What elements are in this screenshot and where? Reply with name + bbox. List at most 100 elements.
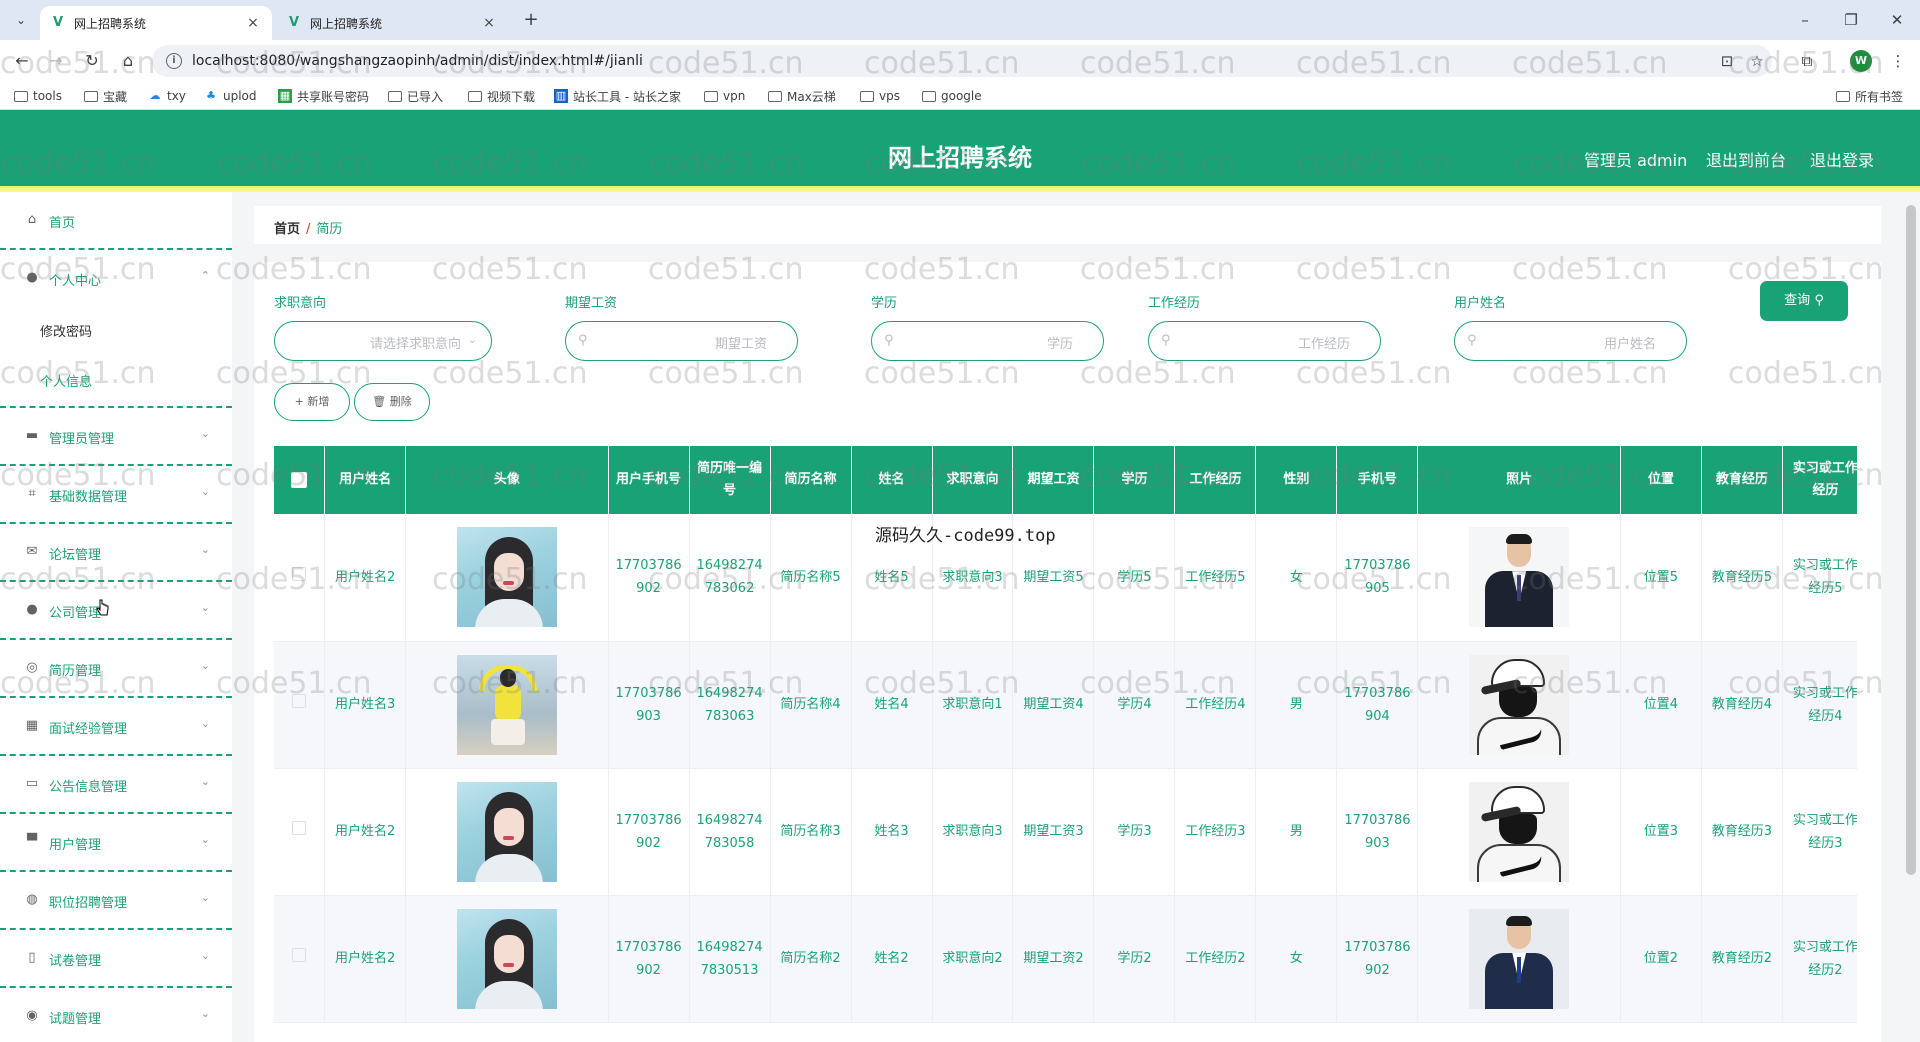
salary-input[interactable]: ⚲ 期望工资 (565, 321, 798, 361)
cell-avatar (405, 768, 609, 896)
sidebar-item-jobs[interactable]: ◍ 职位招聘管理 ⌄ (0, 872, 232, 930)
bookmark-baozang[interactable]: 宝藏 (84, 87, 127, 105)
bookmark-max[interactable]: Max云梯 (768, 87, 836, 105)
chevron-down-icon: ⌄ (467, 333, 477, 346)
extensions-icon[interactable]: ⧉ (1795, 49, 1819, 73)
bookmark-vps[interactable]: vps (860, 87, 900, 105)
bookmark-google[interactable]: google (922, 87, 982, 105)
profile-avatar[interactable]: W (1850, 50, 1872, 72)
cell-intention: 求职意向3 (932, 768, 1014, 896)
cell-user-name: 用户姓名3 (324, 641, 407, 769)
sidebar-item-forum[interactable]: ✉ 论坛管理 ⌄ (0, 524, 232, 582)
query-button[interactable]: 查询 ⚲ (1760, 281, 1848, 321)
chevron-up-icon: ⌃ (200, 269, 210, 282)
intention-select[interactable]: 请选择求职意向 ⌄ (274, 321, 492, 361)
restore-icon[interactable]: ❐ (1828, 6, 1874, 34)
education-input[interactable]: ⚲ 学历 (871, 321, 1104, 361)
cell-salary: 期望工资2 (1012, 895, 1095, 1023)
reload-icon[interactable]: ↻ (80, 49, 104, 73)
bookmark-txy[interactable]: ☁ txy (148, 87, 186, 105)
cell-intention: 求职意向1 (932, 641, 1014, 769)
cell-resume-name: 简历名称2 (770, 895, 852, 1023)
cell-intern: 实习或工作经历4 (1782, 641, 1857, 769)
sidebar-item-personal-center[interactable]: ● 个人中心 ⌃ (0, 250, 232, 308)
browser-toolbar: ← → ↻ ⌂ i localhost:8080/wangshangzaopin… (0, 40, 1920, 82)
briefcase-icon: ▬ (25, 428, 39, 443)
cell-salary: 期望工资4 (1012, 641, 1095, 769)
sidebar-item-papers[interactable]: ▯ 试卷管理 ⌄ (0, 930, 232, 988)
delete-button[interactable]: 🗑 删除 (354, 383, 430, 421)
cell-user-phone: 17703786902 (608, 514, 690, 642)
select-all-checkbox[interactable] (274, 446, 326, 514)
cell-resume-no: 164982747830513 (689, 895, 771, 1023)
browser-tab[interactable]: V 网上招聘系统 × (276, 6, 508, 40)
col-header: 学历 (1093, 446, 1176, 514)
new-tab-icon[interactable]: + (520, 9, 542, 31)
cell-photo (1417, 641, 1621, 769)
sidebar-item-questions[interactable]: ◉ 试题管理 ⌄ (0, 988, 232, 1042)
sidebar-sub-personal-info[interactable]: 个人信息 (0, 356, 232, 408)
sidebar-item-notice[interactable]: ▭ 公告信息管理 ⌄ (0, 756, 232, 814)
breadcrumb-home[interactable]: 首页 (274, 222, 300, 237)
cell-edu-exp: 教育经历5 (1701, 514, 1783, 642)
logout-link[interactable]: 退出登录 (1810, 147, 1874, 171)
sidebar-item-resume[interactable]: ◎ 简历管理 ⌄ (0, 640, 232, 698)
browser-tab-active[interactable]: V 网上招聘系统 × (40, 6, 272, 40)
username-input[interactable]: ⚲ 用户姓名 (1454, 321, 1687, 361)
add-button[interactable]: + 新增 (274, 383, 350, 421)
user-icon: ● (26, 602, 38, 617)
cell-phone: 17703786905 (1336, 514, 1419, 642)
sidebar-sub-change-password[interactable]: 修改密码 (0, 306, 232, 356)
close-icon[interactable]: × (244, 14, 262, 32)
address-bar[interactable]: i localhost:8080/wangshangzaopinh/admin/… (152, 45, 1772, 77)
table-row: 用户姓名2 17703786902 16498274783062 简历名称5 姓… (274, 514, 1857, 642)
plus-icon: + (294, 395, 304, 408)
row-checkbox[interactable] (274, 768, 326, 896)
back-icon[interactable]: ← (10, 49, 34, 73)
all-bookmarks[interactable]: 所有书签 (1836, 87, 1903, 105)
sidebar-item-admin[interactable]: ▬ 管理员管理 ⌄ (0, 408, 232, 466)
site-info-icon[interactable]: i (166, 53, 182, 69)
screenshot-icon[interactable]: ⊡ (1715, 49, 1739, 73)
minimize-icon[interactable]: – (1782, 6, 1828, 34)
row-checkbox[interactable] (274, 895, 326, 1023)
cell-intern: 实习或工作经历2 (1782, 895, 1857, 1023)
cell-resume-no: 16498274783063 (689, 641, 771, 769)
bookmark-shared[interactable]: ▦ 共享账号密码 (278, 87, 369, 105)
bookmark-video[interactable]: 视频下载 (468, 87, 535, 105)
bookmark-tools[interactable]: tools (14, 87, 62, 105)
bookmark-imported[interactable]: 已导入 (388, 87, 443, 105)
bookmark-star-icon[interactable]: ☆ (1745, 49, 1769, 73)
col-header: 工作经历 (1174, 446, 1257, 514)
sidebar-divider (0, 192, 232, 250)
close-icon[interactable]: × (480, 14, 498, 32)
cell-name: 姓名3 (851, 768, 933, 896)
menu-icon[interactable]: ⋮ (1886, 49, 1910, 73)
table-row: 用户姓名3 17703786903 16498274783063 简历名称4 姓… (274, 641, 1857, 769)
home-browser-icon[interactable]: ⌂ (116, 49, 140, 73)
row-checkbox[interactable] (274, 641, 326, 769)
cell-gender: 男 (1255, 641, 1338, 769)
col-header: 简历唯一编号 (689, 446, 771, 514)
row-checkbox[interactable] (274, 514, 326, 642)
forward-icon[interactable]: → (44, 49, 68, 73)
col-header: 手机号 (1336, 446, 1419, 514)
bookmark-uplod[interactable]: ♣ uplod (204, 87, 256, 105)
bookmark-chinaz[interactable]: ▥ 站长工具 - 站长之家 (554, 87, 681, 105)
cell-phone: 17703786902 (1336, 895, 1419, 1023)
sidebar-item-company[interactable]: ● 公司管理 ⌄ (0, 582, 232, 640)
grid-icon: ▦ (25, 718, 39, 733)
cell-name: 姓名4 (851, 641, 933, 769)
work-input[interactable]: ⚲ 工作经历 (1148, 321, 1381, 361)
breadcrumb: 首页 / 简历 (274, 218, 342, 237)
back-to-front-link[interactable]: 退出到前台 (1706, 147, 1786, 171)
window-close-icon[interactable]: ✕ (1874, 6, 1920, 34)
sidebar-item-interview[interactable]: ▦ 面试经验管理 ⌄ (0, 698, 232, 756)
table-row: 用户姓名2 17703786902 164982747830513 简历名称2 … (274, 895, 1857, 1023)
tab-list-icon[interactable]: ⌄ (10, 9, 32, 31)
select-placeholder: 请选择求职意向 (369, 337, 461, 352)
sidebar-item-basic-data[interactable]: ⌗ 基础数据管理 ⌄ (0, 466, 232, 524)
page-scrollbar[interactable] (1906, 205, 1916, 875)
bookmark-vpn[interactable]: vpn (704, 87, 745, 105)
sidebar-item-users[interactable]: ▀ 用户管理 ⌄ (0, 814, 232, 872)
